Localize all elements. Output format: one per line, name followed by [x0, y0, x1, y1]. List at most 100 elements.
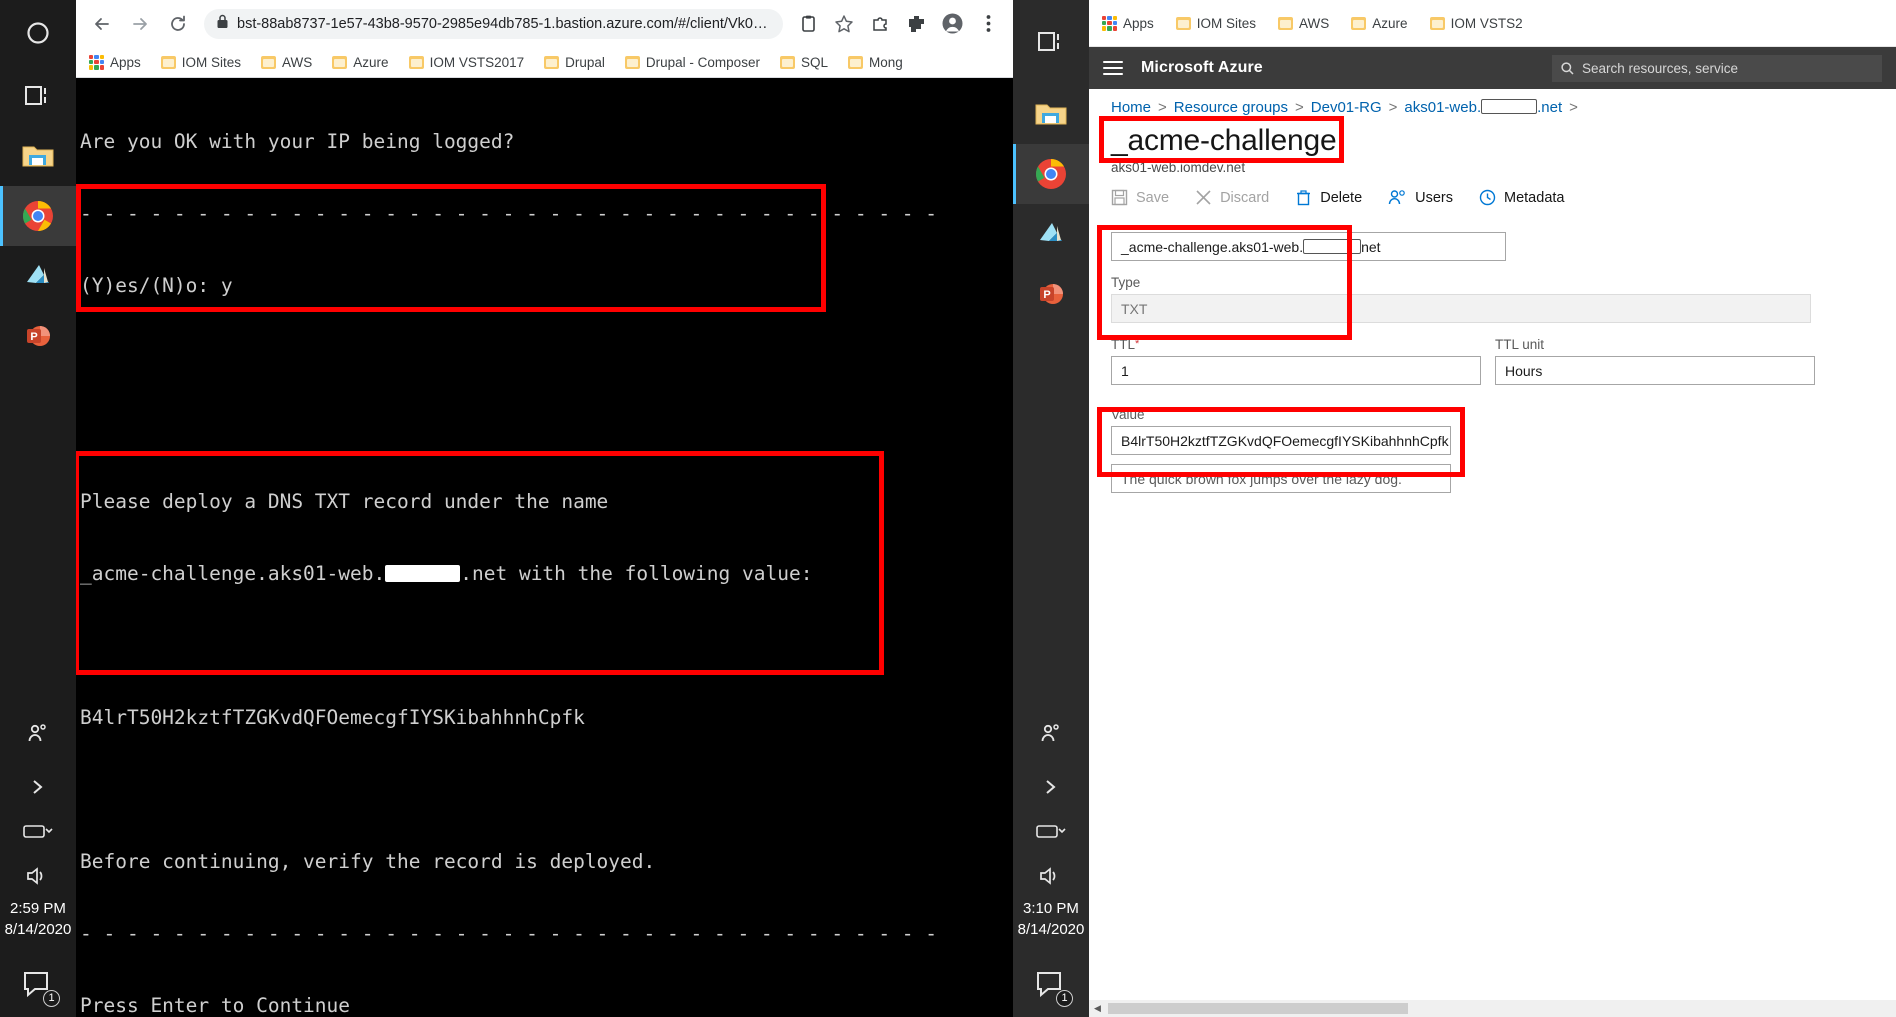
windows-logo-icon[interactable]: [0, 0, 76, 66]
ttl-label: TTL*: [1111, 337, 1140, 352]
redaction-block: [1303, 239, 1362, 254]
value-input-line1[interactable]: B4lrT50H2kztfTZGKvdQFOemecgfIYSKibahhnhC…: [1111, 426, 1451, 455]
svg-text:P: P: [30, 331, 37, 343]
scroll-left-arrow[interactable]: ◀: [1089, 1000, 1106, 1017]
command-label: Discard: [1220, 189, 1270, 206]
azure-storage-icon[interactable]: [1013, 204, 1089, 264]
task-view-icon[interactable]: [0, 66, 76, 126]
bookmark-mongo[interactable]: Mong: [841, 52, 910, 73]
file-explorer-icon[interactable]: [0, 126, 76, 186]
volume-icon[interactable]: [0, 854, 76, 898]
delete-button[interactable]: Delete: [1295, 189, 1362, 206]
svg-text:P: P: [1043, 289, 1050, 301]
scrollbar-thumb[interactable]: [1108, 1003, 1408, 1014]
keyboard-icon[interactable]: [1013, 810, 1089, 854]
search-icon: [1561, 61, 1574, 75]
record-name-suffix: net: [1361, 238, 1381, 255]
clipboard-icon[interactable]: [791, 7, 825, 41]
star-icon[interactable]: [827, 7, 861, 41]
breadcrumb-separator: >: [1569, 99, 1578, 116]
bookmark-label: Apps: [110, 54, 141, 70]
horizontal-scrollbar[interactable]: ◀: [1089, 1000, 1896, 1017]
bookmark-apps[interactable]: Apps: [82, 52, 148, 73]
bookmark-iom-sites[interactable]: IOM Sites: [1169, 13, 1263, 34]
bookmark-sql[interactable]: SQL: [773, 52, 835, 73]
people-icon[interactable]: [0, 704, 76, 764]
azure-brand-title[interactable]: Microsoft Azure: [1141, 59, 1263, 77]
feedback-hub-icon[interactable]: 1: [0, 951, 76, 1017]
users-icon: [1388, 190, 1405, 205]
back-button[interactable]: [84, 6, 120, 42]
bookmark-label: IOM VSTS2017: [429, 54, 525, 70]
value-input-line2[interactable]: The quick brown fox jumps over the lazy …: [1111, 464, 1451, 493]
task-view-icon[interactable]: [1013, 0, 1089, 84]
powerpoint-icon[interactable]: P: [1013, 264, 1089, 324]
taskbar-clock-left[interactable]: 2:59 PM 8/14/2020: [5, 898, 72, 952]
people-icon[interactable]: [1013, 704, 1089, 764]
profile-icon[interactable]: [935, 7, 969, 41]
bookmark-label: Azure: [353, 54, 389, 70]
azure-storage-icon[interactable]: [0, 246, 76, 306]
trash-icon: [1297, 190, 1311, 206]
bookmark-drupal[interactable]: Drupal: [537, 52, 612, 73]
extension-puzzle-icon[interactable]: [863, 7, 897, 41]
folder-icon: [1351, 16, 1367, 30]
bookmark-iom-sites[interactable]: IOM Sites: [154, 52, 248, 73]
page-subtitle: aks01-web.iomdev.net: [1111, 160, 1246, 175]
feedback-hub-icon[interactable]: 1: [1013, 951, 1089, 1017]
terminal-line-token: B4lrT50H2kztfTZGKvdQFOemecgfIYSKibahhnhC…: [80, 706, 585, 729]
bookmark-iom-vsts2017[interactable]: IOM VSTS2017: [402, 52, 532, 73]
powerpoint-icon[interactable]: P: [0, 306, 76, 366]
bookmark-apps[interactable]: Apps: [1095, 13, 1161, 34]
chrome-icon[interactable]: [0, 186, 76, 246]
reload-button[interactable]: [160, 6, 196, 42]
bookmark-iom-vsts[interactable]: IOM VSTS2: [1423, 13, 1530, 34]
breadcrumb: Home > Resource groups > Dev01-RG > aks0…: [1089, 89, 1896, 116]
omnibox[interactable]: bst-88ab8737-1e57-43b8-9570-2985e94db785…: [204, 8, 783, 39]
ttl-input[interactable]: 1: [1111, 356, 1481, 385]
terminal-line-record-name: _acme-challenge.aks01-web. .net with the …: [80, 562, 1013, 586]
chrome-icon[interactable]: [1013, 144, 1089, 204]
bookmark-label: SQL: [800, 54, 828, 70]
command-label: Save: [1136, 189, 1170, 206]
command-label: Metadata: [1504, 189, 1565, 206]
extension-icon[interactable]: [899, 7, 933, 41]
volume-icon[interactable]: [1013, 854, 1089, 898]
folder-icon: [160, 55, 176, 69]
ttl-unit-select[interactable]: Hours: [1495, 356, 1815, 385]
forward-button[interactable]: [122, 6, 158, 42]
breadcrumb-item-dev01-rg[interactable]: Dev01-RG: [1311, 99, 1382, 116]
bookmark-azure[interactable]: Azure: [325, 52, 395, 73]
file-explorer-icon[interactable]: [1013, 84, 1089, 144]
azure-search-input[interactable]: Search resources, service: [1552, 54, 1882, 82]
clock-date: 8/14/2020: [4, 921, 72, 939]
hamburger-menu-icon[interactable]: [1103, 61, 1123, 75]
chevron-right-icon[interactable]: [1013, 764, 1089, 810]
metadata-button[interactable]: Metadata: [1479, 189, 1564, 206]
bookmark-label: IOM Sites: [1196, 15, 1257, 31]
chevron-right-icon[interactable]: [0, 764, 76, 810]
more-menu-icon[interactable]: [971, 7, 1005, 41]
chrome-toolbar: bst-88ab8737-1e57-43b8-9570-2985e94db785…: [76, 0, 1013, 47]
command-label: Delete: [1320, 189, 1363, 206]
breadcrumb-item-home[interactable]: Home: [1111, 99, 1151, 116]
clock-time: 3:10 PM: [1023, 899, 1079, 917]
record-name-input[interactable]: _acme-challenge.aks01-web. net: [1111, 232, 1506, 261]
windows-taskbar-right: P 3:10 PM 8/14/2020 1: [1013, 0, 1089, 1017]
bookmark-aws[interactable]: AWS: [1271, 13, 1336, 34]
keyboard-icon[interactable]: [0, 810, 76, 854]
discard-button[interactable]: Discard: [1195, 189, 1269, 206]
folder-icon: [624, 55, 640, 69]
folder-icon: [1175, 16, 1191, 30]
users-button[interactable]: Users: [1388, 189, 1453, 206]
breadcrumb-item-dns-zone[interactable]: aks01-web. .net: [1404, 99, 1562, 116]
bookmark-aws[interactable]: AWS: [254, 52, 319, 73]
taskbar-clock-right[interactable]: 3:10 PM 8/14/2020: [1018, 898, 1085, 952]
bastion-terminal[interactable]: Are you OK with your IP being logged? - …: [76, 78, 1013, 1017]
breadcrumb-item-resource-groups[interactable]: Resource groups: [1174, 99, 1288, 116]
bookmark-drupal-composer[interactable]: Drupal - Composer: [618, 52, 767, 73]
save-button[interactable]: Save: [1111, 189, 1169, 206]
bookmark-azure[interactable]: Azure: [1344, 13, 1414, 34]
